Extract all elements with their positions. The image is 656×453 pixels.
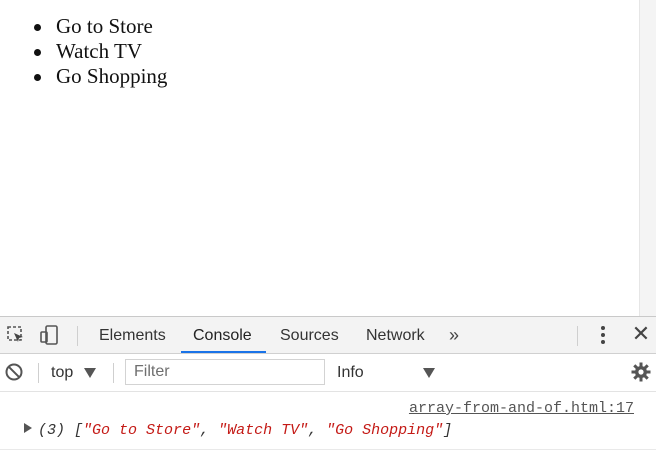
array-item: "Go Shopping" (326, 422, 444, 439)
array-open-bracket: [ (74, 422, 84, 439)
clear-console-icon[interactable] (2, 360, 26, 384)
list-item: Watch TV (30, 39, 167, 64)
tab-console[interactable]: Console (193, 317, 252, 353)
console-output: array-from-and-of.html:17 (3) ["Go to St… (0, 392, 656, 453)
source-link[interactable]: array-from-and-of.html:17 (409, 400, 634, 417)
active-tab-indicator (181, 351, 266, 353)
array-separator: , (200, 422, 219, 439)
log-level-select[interactable]: Info (337, 354, 364, 391)
toolbar-divider (577, 326, 578, 346)
todo-list: Go to Store Watch TV Go Shopping (30, 14, 167, 89)
array-count: (3) (38, 422, 66, 439)
devtools-tabbar: Elements Console Sources Network » ✕ (0, 317, 656, 354)
settings-gear-icon[interactable] (629, 360, 653, 384)
list-item: Go to Store (30, 14, 167, 39)
tab-elements[interactable]: Elements (99, 317, 166, 353)
devtools-panel: Elements Console Sources Network » ✕ top… (0, 316, 656, 453)
array-item: "Go to Store" (83, 422, 201, 439)
tab-network[interactable]: Network (366, 317, 425, 353)
inspect-element-icon[interactable] (4, 323, 28, 347)
console-filterbar: top Info (0, 354, 656, 392)
chevron-down-icon[interactable] (84, 368, 96, 378)
log-divider (0, 449, 656, 450)
expand-triangle-icon[interactable] (24, 423, 32, 433)
page-content: Go to Store Watch TV Go Shopping (0, 0, 656, 316)
kebab-menu-icon[interactable] (600, 326, 606, 346)
chevron-down-icon[interactable] (423, 368, 435, 378)
console-log-entry[interactable]: (3) ["Go to Store", "Watch TV", "Go Shop… (24, 422, 452, 439)
list-item: Go Shopping (30, 64, 167, 89)
filterbar-divider (38, 363, 39, 383)
more-tabs-chevron-icon[interactable]: » (449, 317, 459, 353)
array-separator: , (308, 422, 327, 439)
device-toolbar-icon[interactable] (38, 323, 62, 347)
page-scrollbar[interactable] (639, 0, 656, 316)
filterbar-divider (113, 363, 114, 383)
array-close-bracket: ] (443, 422, 453, 439)
tab-sources[interactable]: Sources (280, 317, 339, 353)
array-item: "Watch TV" (218, 422, 309, 439)
context-select[interactable]: top (51, 354, 73, 391)
toolbar-divider (77, 326, 78, 346)
close-icon[interactable]: ✕ (629, 322, 653, 346)
filter-input[interactable] (125, 359, 325, 385)
